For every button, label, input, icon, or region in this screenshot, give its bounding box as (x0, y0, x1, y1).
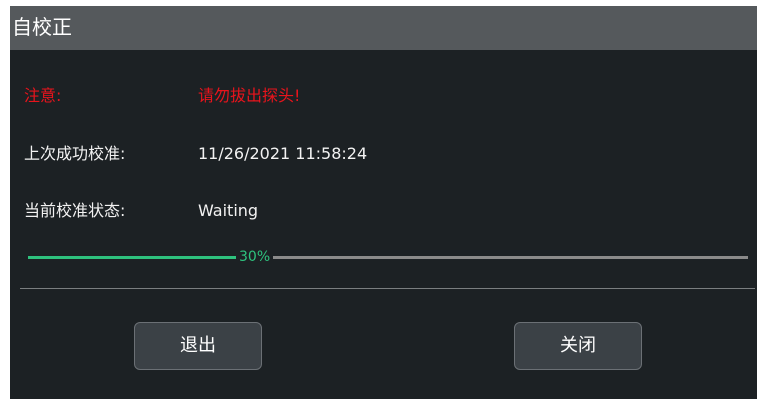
exit-button[interactable]: 退出 (134, 322, 262, 370)
dialog-title: 自校正 (12, 15, 72, 39)
progress-percent-label: 30% (236, 248, 274, 267)
close-button[interactable]: 关闭 (514, 322, 642, 370)
title-bar: 自校正 (10, 6, 757, 50)
calibration-status-label: 当前校准状态: (24, 201, 126, 220)
calibration-dialog: 自校正 注意: 请勿拔出探头! 上次成功校准: 11/26/2021 11:58… (10, 6, 757, 399)
progress-filled-track (28, 256, 236, 259)
progress-remaining-track (273, 256, 748, 259)
last-calibration-value: 11/26/2021 11:58:24 (198, 144, 368, 163)
notice-message: 请勿拔出探头! (198, 86, 301, 105)
calibration-status-value: Waiting (198, 201, 259, 220)
last-calibration-label: 上次成功校准: (24, 144, 126, 163)
calibration-progress-bar: 30% (28, 248, 748, 268)
divider (20, 288, 755, 289)
notice-label: 注意: (24, 86, 62, 105)
